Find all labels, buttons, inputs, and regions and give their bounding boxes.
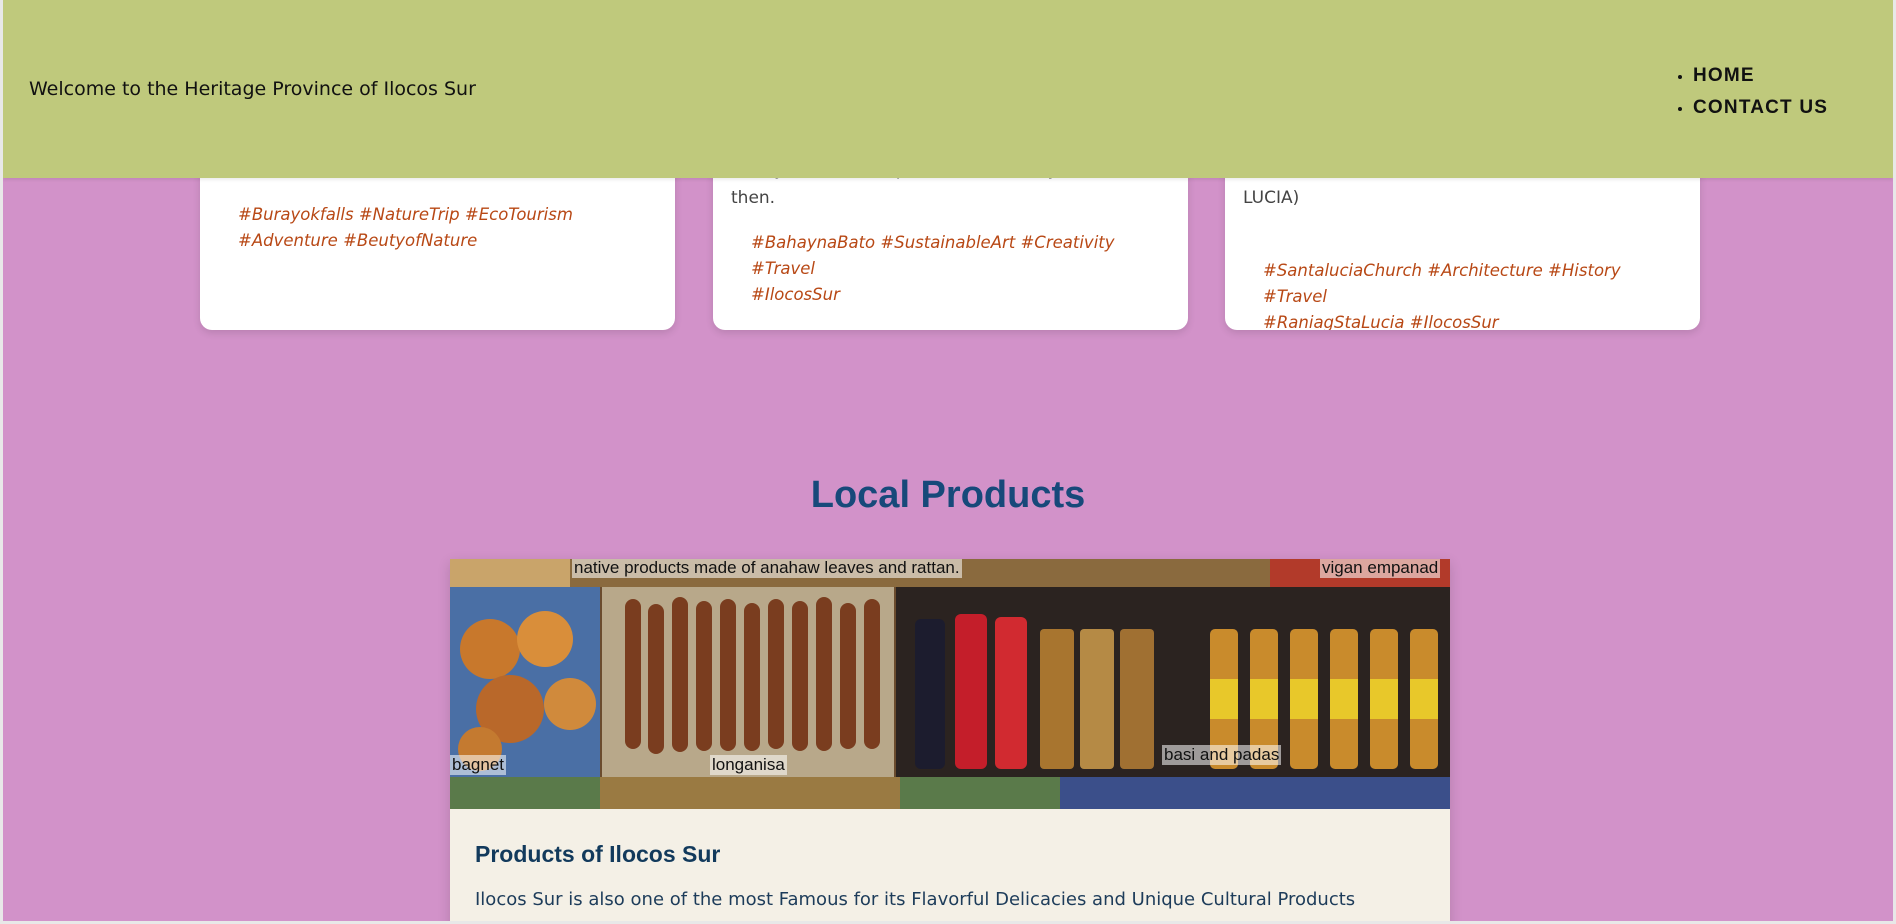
tag-line: #Burayokfalls #NatureTrip #EcoTourism [238, 205, 573, 224]
card-tags: #Burayokfalls #NatureTrip #EcoTourism #A… [238, 202, 658, 254]
tag-line: #BahaynaBato #SustainableArt #Creativity… [751, 233, 1115, 278]
product-card: native products made of anahaw leaves an… [450, 559, 1450, 924]
collage-label-empanada: vigan empanad [1320, 559, 1441, 578]
nav-link-home[interactable]: HOME [1693, 65, 1755, 86]
tag-line: #RaniagStaLucia #IlocosSur [1263, 313, 1499, 330]
product-card-description: Ilocos Sur is also one of the most Famou… [475, 889, 1356, 910]
nav-item-home[interactable]: HOME [1693, 60, 1828, 92]
desc-line: LUCIA) [1243, 188, 1300, 208]
site-title: Welcome to the Heritage Province of Iloc… [29, 78, 476, 100]
local-products-heading: Local Products [810, 474, 1086, 516]
nav-link-contact[interactable]: CONTACT US [1693, 97, 1828, 118]
products-collage-image: native products made of anahaw leaves an… [450, 559, 1450, 809]
site-header: Welcome to the Heritage Province of Iloc… [3, 0, 1893, 178]
tag-line: #IlocosSur [751, 285, 840, 304]
tag-line: #Adventure #BeutyofNature [238, 231, 478, 250]
collage-label-native: native products made of anahaw leaves an… [572, 559, 962, 578]
nav-item-contact[interactable]: CONTACT US [1693, 92, 1828, 124]
product-card-title: Products of Ilocos Sur [475, 841, 721, 867]
tag-line: #SantaluciaChurch #Architecture #History… [1263, 261, 1621, 306]
collage-label-longanisa: longanisa [710, 755, 787, 775]
collage-label-basi: basi and padas [1162, 745, 1282, 765]
card-tags: #SantaluciaChurch #Architecture #History… [1263, 258, 1683, 330]
card-tags: #BahaynaBato #SustainableArt #Creativity… [751, 230, 1171, 308]
collage-label-bagnet: bagnet [450, 755, 506, 775]
collage-graphic [450, 559, 1450, 809]
